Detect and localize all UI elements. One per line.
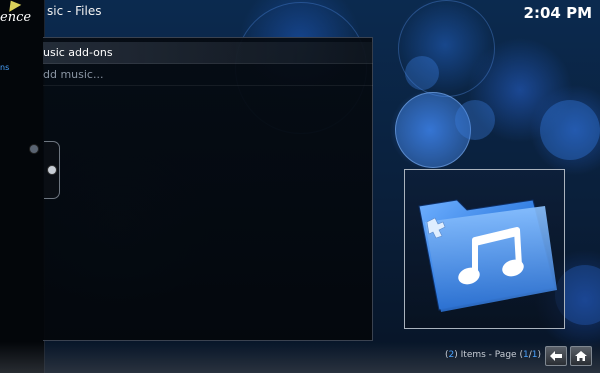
bokeh-circle: [455, 100, 495, 140]
home-icon: [575, 351, 587, 361]
music-addons-folder-icon: [418, 199, 557, 312]
list-item-label: usic add-ons: [43, 46, 113, 59]
bokeh-circle: [395, 92, 471, 168]
clock: 2:04 PM: [523, 4, 592, 22]
home-button[interactable]: [570, 346, 592, 366]
item-count: 2: [448, 350, 455, 360]
bokeh-circle: [540, 100, 600, 160]
back-button[interactable]: [545, 346, 567, 366]
top-bar: sic - Files 2:04 PM: [0, 0, 600, 28]
list-item-label: dd music...: [43, 68, 104, 81]
list-item[interactable]: usic add-ons: [43, 42, 373, 64]
window-title: sic - Files: [47, 4, 102, 18]
sidebar-link[interactable]: ns: [0, 63, 9, 72]
thumbnail-frame: [404, 169, 565, 329]
list-item[interactable]: dd music...: [43, 64, 373, 86]
sidebar-logo-text: ence: [0, 10, 32, 25]
sidebar: ence ns: [0, 0, 45, 373]
sidebar-dot-icon: [30, 145, 38, 153]
side-menu-tab[interactable]: [44, 141, 60, 199]
back-arrow-icon: [550, 351, 562, 361]
bokeh-circle: [405, 56, 439, 90]
file-list-panel: usic add-ons dd music...: [43, 37, 373, 341]
tab-knob-icon: [47, 165, 57, 175]
items-page-label: Items - Page: [460, 350, 517, 360]
page-info: (2) Items - Page (1/1): [445, 350, 541, 360]
